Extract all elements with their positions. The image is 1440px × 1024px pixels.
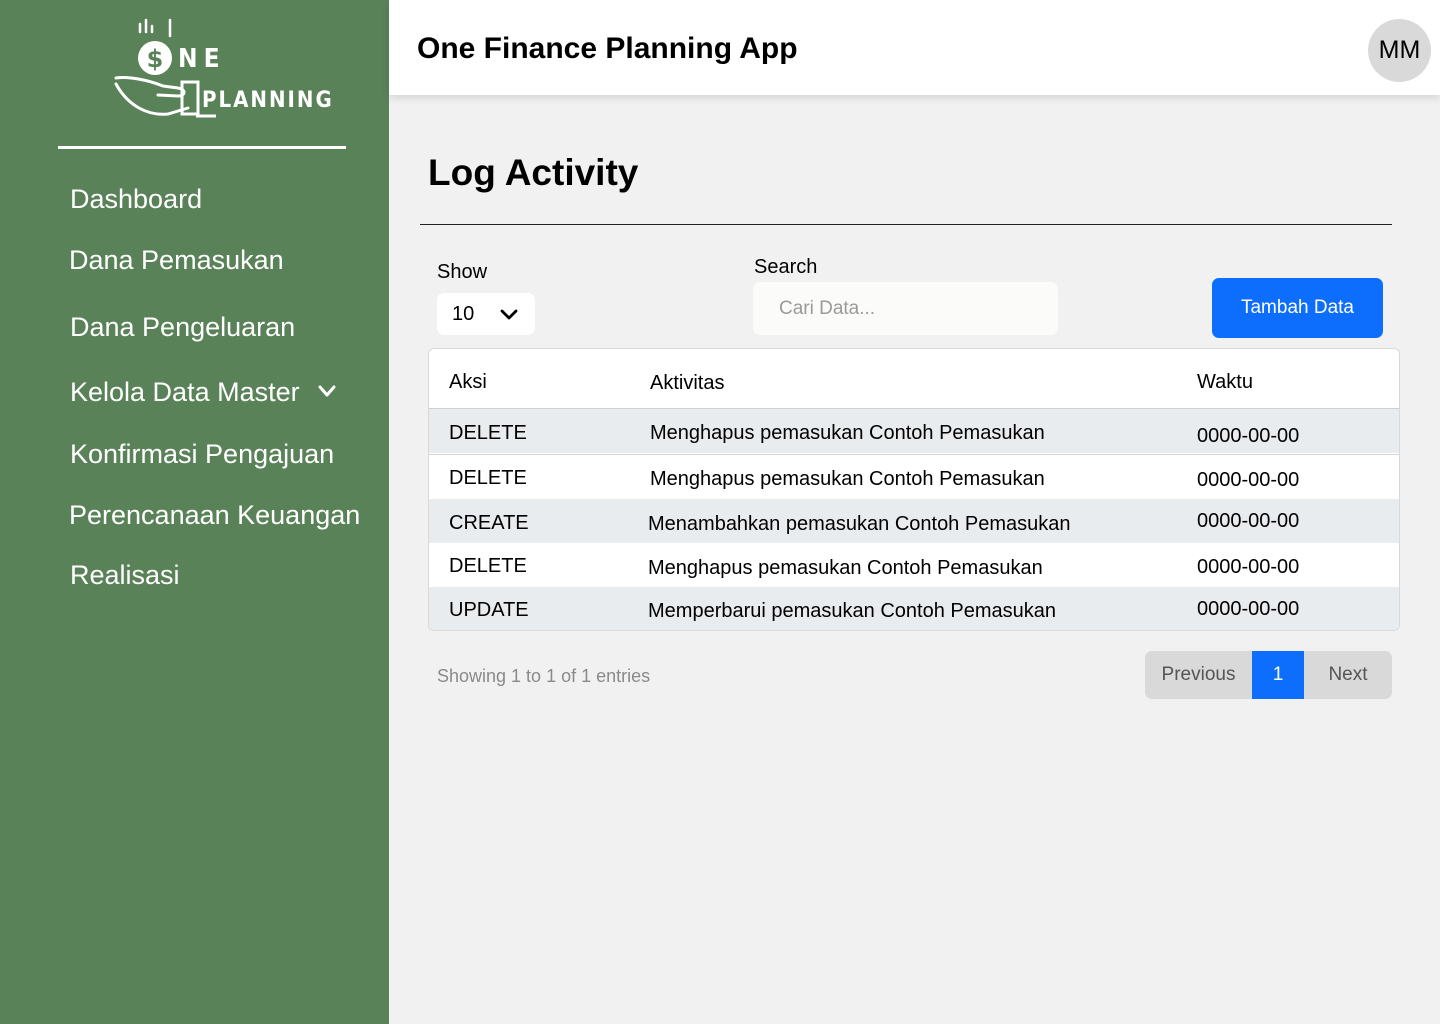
cell-aksi: DELETE: [449, 422, 527, 444]
top-header: One Finance Planning App MM: [389, 0, 1440, 95]
logo-word-planning: PLANNING: [202, 88, 334, 113]
entries-per-page-select[interactable]: 10: [437, 293, 535, 335]
chevron-down-icon: [500, 309, 518, 320]
svg-text:$: $: [147, 45, 164, 73]
table-row[interactable]: DELETE Menghapus pemasukan Contoh Pemasu…: [429, 543, 1399, 587]
sidebar-item-kelola-data-master[interactable]: Kelola Data Master: [70, 377, 336, 408]
column-header-waktu: Waktu: [1197, 371, 1253, 393]
cell-aktivitas: Menghapus pemasukan Contoh Pemasukan: [650, 468, 1045, 490]
page-title: Log Activity: [428, 152, 639, 193]
previous-page-button[interactable]: Previous: [1145, 651, 1252, 699]
sidebar-item-perencanaan-keuangan[interactable]: Perencanaan Keuangan: [69, 500, 360, 531]
cell-aksi: DELETE: [449, 467, 527, 489]
add-data-button[interactable]: Tambah Data: [1212, 278, 1383, 338]
sidebar-item-realisasi[interactable]: Realisasi: [70, 560, 180, 591]
cell-waktu: 0000-00-00: [1197, 425, 1300, 447]
next-page-button[interactable]: Next: [1304, 651, 1392, 699]
app-logo[interactable]: $ NE PLANNING: [108, 16, 332, 126]
table-row[interactable]: DELETE Menghapus pemasukan Contoh Pemasu…: [429, 409, 1399, 453]
cell-aksi: UPDATE: [449, 599, 529, 621]
cell-aktivitas: Menghapus pemasukan Contoh Pemasukan: [650, 422, 1045, 444]
sidebar-item-dana-pengeluaran[interactable]: Dana Pengeluaran: [70, 312, 295, 343]
column-header-aksi: Aksi: [449, 371, 487, 393]
cell-aksi: CREATE: [449, 512, 529, 534]
chevron-down-icon[interactable]: [318, 382, 336, 400]
sidebar: $ NE PLANNING Dashboard Dana Pemasukan D…: [0, 0, 389, 1024]
cell-aksi: DELETE: [449, 555, 527, 577]
table-row[interactable]: CREATE Menambahkan pemasukan Contoh Pema…: [429, 499, 1399, 543]
cell-waktu: 0000-00-00: [1197, 510, 1300, 532]
sidebar-item-label: Kelola Data Master: [70, 377, 300, 407]
entries-info: Showing 1 to 1 of 1 entries: [437, 666, 651, 686]
table-row[interactable]: DELETE Menghapus pemasukan Contoh Pemasu…: [429, 454, 1399, 498]
sidebar-item-dana-pemasukan[interactable]: Dana Pemasukan: [69, 245, 284, 276]
entries-per-page-value: 10: [452, 302, 475, 325]
avatar[interactable]: MM: [1368, 19, 1431, 82]
table-header: Aksi Aktivitas Waktu: [429, 349, 1399, 409]
page-number-button[interactable]: 1: [1252, 651, 1304, 699]
app-title: One Finance Planning App: [417, 32, 798, 65]
cell-waktu: 0000-00-00: [1197, 556, 1300, 578]
logo-word-one: NE: [178, 44, 226, 74]
search-label: Search: [754, 256, 818, 278]
search-input[interactable]: [753, 282, 1058, 335]
cell-waktu: 0000-00-00: [1197, 598, 1300, 620]
column-header-aktivitas: Aktivitas: [650, 372, 725, 394]
title-divider: [420, 224, 1392, 225]
show-label: Show: [437, 261, 488, 283]
cell-waktu: 0000-00-00: [1197, 469, 1300, 491]
sidebar-divider: [58, 146, 346, 149]
cell-aktivitas: Menambahkan pemasukan Contoh Pemasukan: [648, 513, 1071, 535]
table-row[interactable]: UPDATE Memperbarui pemasukan Contoh Pema…: [429, 587, 1399, 630]
log-activity-table: Aksi Aktivitas Waktu DELETE Menghapus pe…: [428, 348, 1400, 631]
sidebar-item-dashboard[interactable]: Dashboard: [70, 184, 202, 215]
cell-aktivitas: Menghapus pemasukan Contoh Pemasukan: [648, 557, 1043, 579]
sidebar-item-konfirmasi-pengajuan[interactable]: Konfirmasi Pengajuan: [70, 439, 334, 470]
cell-aktivitas: Memperbarui pemasukan Contoh Pemasukan: [648, 600, 1056, 622]
pagination: Previous 1 Next: [1145, 651, 1392, 699]
